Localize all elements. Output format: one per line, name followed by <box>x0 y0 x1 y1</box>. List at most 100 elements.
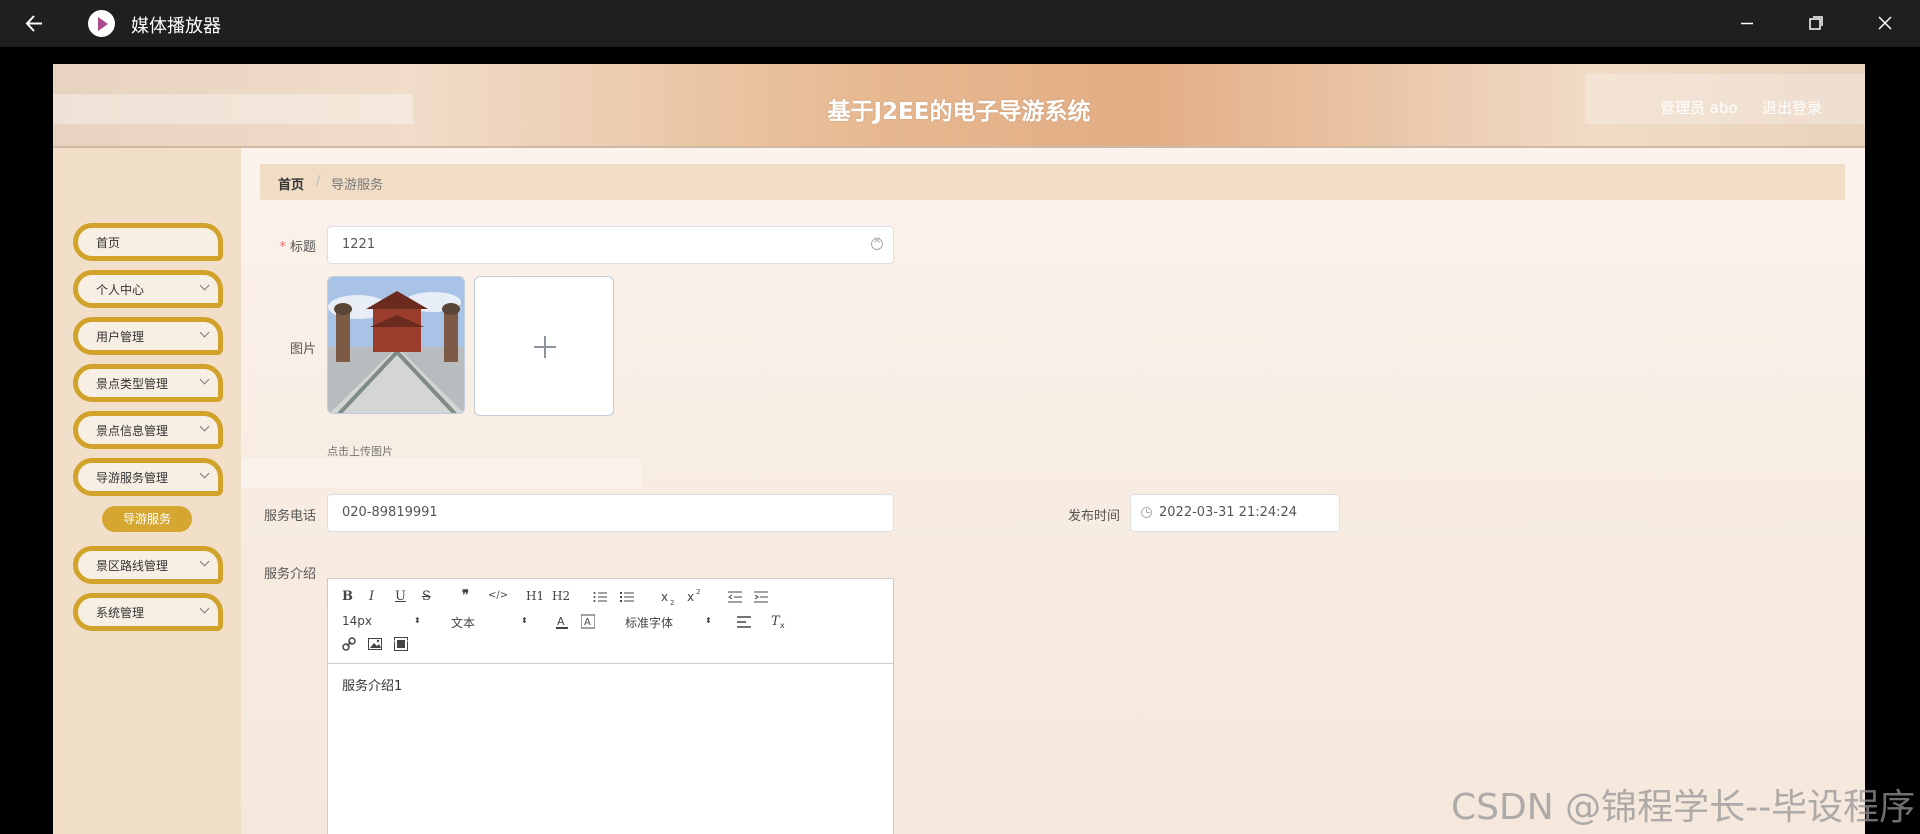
sidebar-item-guide-service-management[interactable]: 导游服务管理 <box>73 458 223 496</box>
sidebar-item-label: 导游服务管理 <box>96 471 169 485</box>
window-title-bar: 媒体播放器 <box>0 0 1920 47</box>
title-input[interactable]: 1221 <box>327 226 894 264</box>
sidebar-item-route-management[interactable]: 景区路线管理 <box>73 546 223 584</box>
chevron-down-icon <box>199 468 210 479</box>
bullet-list-icon[interactable] <box>620 590 634 604</box>
sidebar-item-label: 景区路线管理 <box>96 559 169 573</box>
indent-icon[interactable] <box>754 590 768 604</box>
restore-icon[interactable] <box>1801 10 1831 37</box>
ordered-list-icon[interactable] <box>593 590 607 604</box>
svg-text:A: A <box>557 615 565 628</box>
font-size-select[interactable]: 14px ⬍ <box>342 614 422 628</box>
background-color-icon[interactable]: A <box>581 614 595 630</box>
sidebar-item-label: 系统管理 <box>96 606 145 620</box>
media-player-app-icon <box>88 10 115 37</box>
title-label: * 标题 <box>241 236 316 255</box>
breadcrumb-current: 导游服务 <box>331 178 384 193</box>
quote-icon[interactable]: ❞ <box>462 588 469 603</box>
chevron-down-icon <box>199 421 210 432</box>
sidebar-item-home[interactable]: 首页 <box>73 223 223 261</box>
svg-text:2: 2 <box>670 599 674 606</box>
sidebar-item-user-management[interactable]: 用户管理 <box>73 317 223 355</box>
svg-text:2: 2 <box>696 588 700 596</box>
publish-time-picker[interactable]: 2022-03-31 21:24:24 <box>1130 494 1340 532</box>
back-arrow-icon[interactable] <box>20 10 50 37</box>
sidebar-item-scenic-type-management[interactable]: 景点类型管理 <box>73 364 223 402</box>
svg-text:A: A <box>584 617 591 628</box>
breadcrumb: 首页 / 导游服务 <box>260 164 1845 200</box>
close-icon[interactable] <box>1870 10 1900 37</box>
svg-text:x: x <box>661 590 668 604</box>
sidebar-item-label: 用户管理 <box>96 330 145 344</box>
chevron-down-icon <box>199 603 210 614</box>
header-select-value: 文本 <box>451 616 476 630</box>
sidebar-item-label: 景点类型管理 <box>96 377 169 391</box>
phone-label: 服务电话 <box>263 509 316 524</box>
font-family-select[interactable]: 标准字体 ⬍ <box>625 614 715 631</box>
clear-icon[interactable] <box>871 235 883 250</box>
main-content: 首页 / 导游服务 *标题 1221 图片 <box>241 148 1865 834</box>
image-label: 图片 <box>289 342 316 357</box>
uploaded-image-thumbnail[interactable] <box>327 276 465 414</box>
site-title: 基于J2EE的电子导游系统 <box>827 99 1091 125</box>
font-size-value: 14px <box>342 614 372 628</box>
phone-input-value: 020-89819991 <box>342 505 438 520</box>
editor-content[interactable]: 服务介绍1 <box>342 675 402 694</box>
phone-input[interactable]: 020-89819991 <box>327 494 894 532</box>
select-arrows-icon: ⬍ <box>414 616 421 625</box>
outdent-icon[interactable] <box>728 590 742 604</box>
header-select[interactable]: 文本 ⬍ <box>451 614 531 631</box>
publish-time-label: 发布时间 <box>1067 509 1120 524</box>
clock-icon <box>1141 507 1152 518</box>
svg-text:x: x <box>687 590 694 604</box>
select-arrows-icon: ⬍ <box>705 616 712 625</box>
chevron-down-icon <box>199 374 210 385</box>
subscript-icon[interactable]: x2 <box>661 590 677 606</box>
bold-button[interactable]: B <box>342 589 353 604</box>
site-header: 基于J2EE的电子导游系统 管理员 abo 退出登录 <box>53 64 1865 148</box>
underline-button[interactable]: U <box>395 589 406 604</box>
title-input-value: 1221 <box>342 237 376 252</box>
title-label-text: 标题 <box>289 240 316 255</box>
rich-text-editor: B I U S ❞ </> H1 H2 x2 x 2 14px ⬍ 文本 ⬍ A… <box>327 578 894 834</box>
app-frame: 基于J2EE的电子导游系统 管理员 abo 退出登录 首页 个人中心 用户管理 … <box>53 64 1865 834</box>
video-icon[interactable] <box>394 637 408 651</box>
admin-label: 管理员 abo <box>1660 99 1738 117</box>
superscript-icon[interactable]: x2 <box>687 588 703 604</box>
link-icon[interactable] <box>342 637 356 651</box>
upload-hint: 点击上传图片 <box>327 445 393 458</box>
sidebar-subitem-guide-service[interactable]: 导游服务 <box>102 506 192 532</box>
window-title: 媒体播放器 <box>131 16 221 37</box>
sidebar-item-label: 个人中心 <box>96 283 145 297</box>
sidebar-item-label: 首页 <box>96 236 121 250</box>
sidebar-item-label: 景点信息管理 <box>96 424 169 438</box>
sidebar-item-personal-center[interactable]: 个人中心 <box>73 270 223 308</box>
clear-format-icon[interactable]: Tx <box>771 613 787 629</box>
minimize-icon[interactable] <box>1732 10 1762 37</box>
heading2-button[interactable]: H2 <box>552 589 570 603</box>
svg-text:x: x <box>780 621 785 629</box>
heading1-button[interactable]: H1 <box>526 589 544 603</box>
chevron-down-icon <box>199 280 210 291</box>
breadcrumb-separator: / <box>316 174 321 189</box>
text-color-icon[interactable]: A <box>555 614 569 630</box>
image-upload-button[interactable] <box>474 276 614 416</box>
breadcrumb-home[interactable]: 首页 <box>278 174 304 193</box>
code-icon[interactable]: </> <box>488 590 508 601</box>
intro-label: 服务介绍 <box>263 567 316 582</box>
sidebar: 首页 个人中心 用户管理 景点类型管理 景点信息管理 导游服务管理 导游服务 景… <box>53 148 241 834</box>
font-family-value: 标准字体 <box>625 616 674 630</box>
image-icon[interactable] <box>368 637 382 651</box>
required-mark: * <box>279 240 286 255</box>
plus-icon <box>534 336 556 358</box>
italic-button[interactable]: I <box>369 589 374 604</box>
temple-image <box>328 277 464 413</box>
chevron-down-icon <box>199 327 210 338</box>
align-icon[interactable] <box>737 615 751 629</box>
sidebar-item-system-management[interactable]: 系统管理 <box>73 593 223 631</box>
background-decoration <box>241 458 641 488</box>
editor-toolbar: B I U S ❞ </> H1 H2 x2 x 2 14px ⬍ 文本 ⬍ A… <box>328 579 893 664</box>
sidebar-item-scenic-info-management[interactable]: 景点信息管理 <box>73 411 223 449</box>
logout-link[interactable]: 退出登录 <box>1762 97 1822 118</box>
strike-button[interactable]: S <box>422 589 431 604</box>
